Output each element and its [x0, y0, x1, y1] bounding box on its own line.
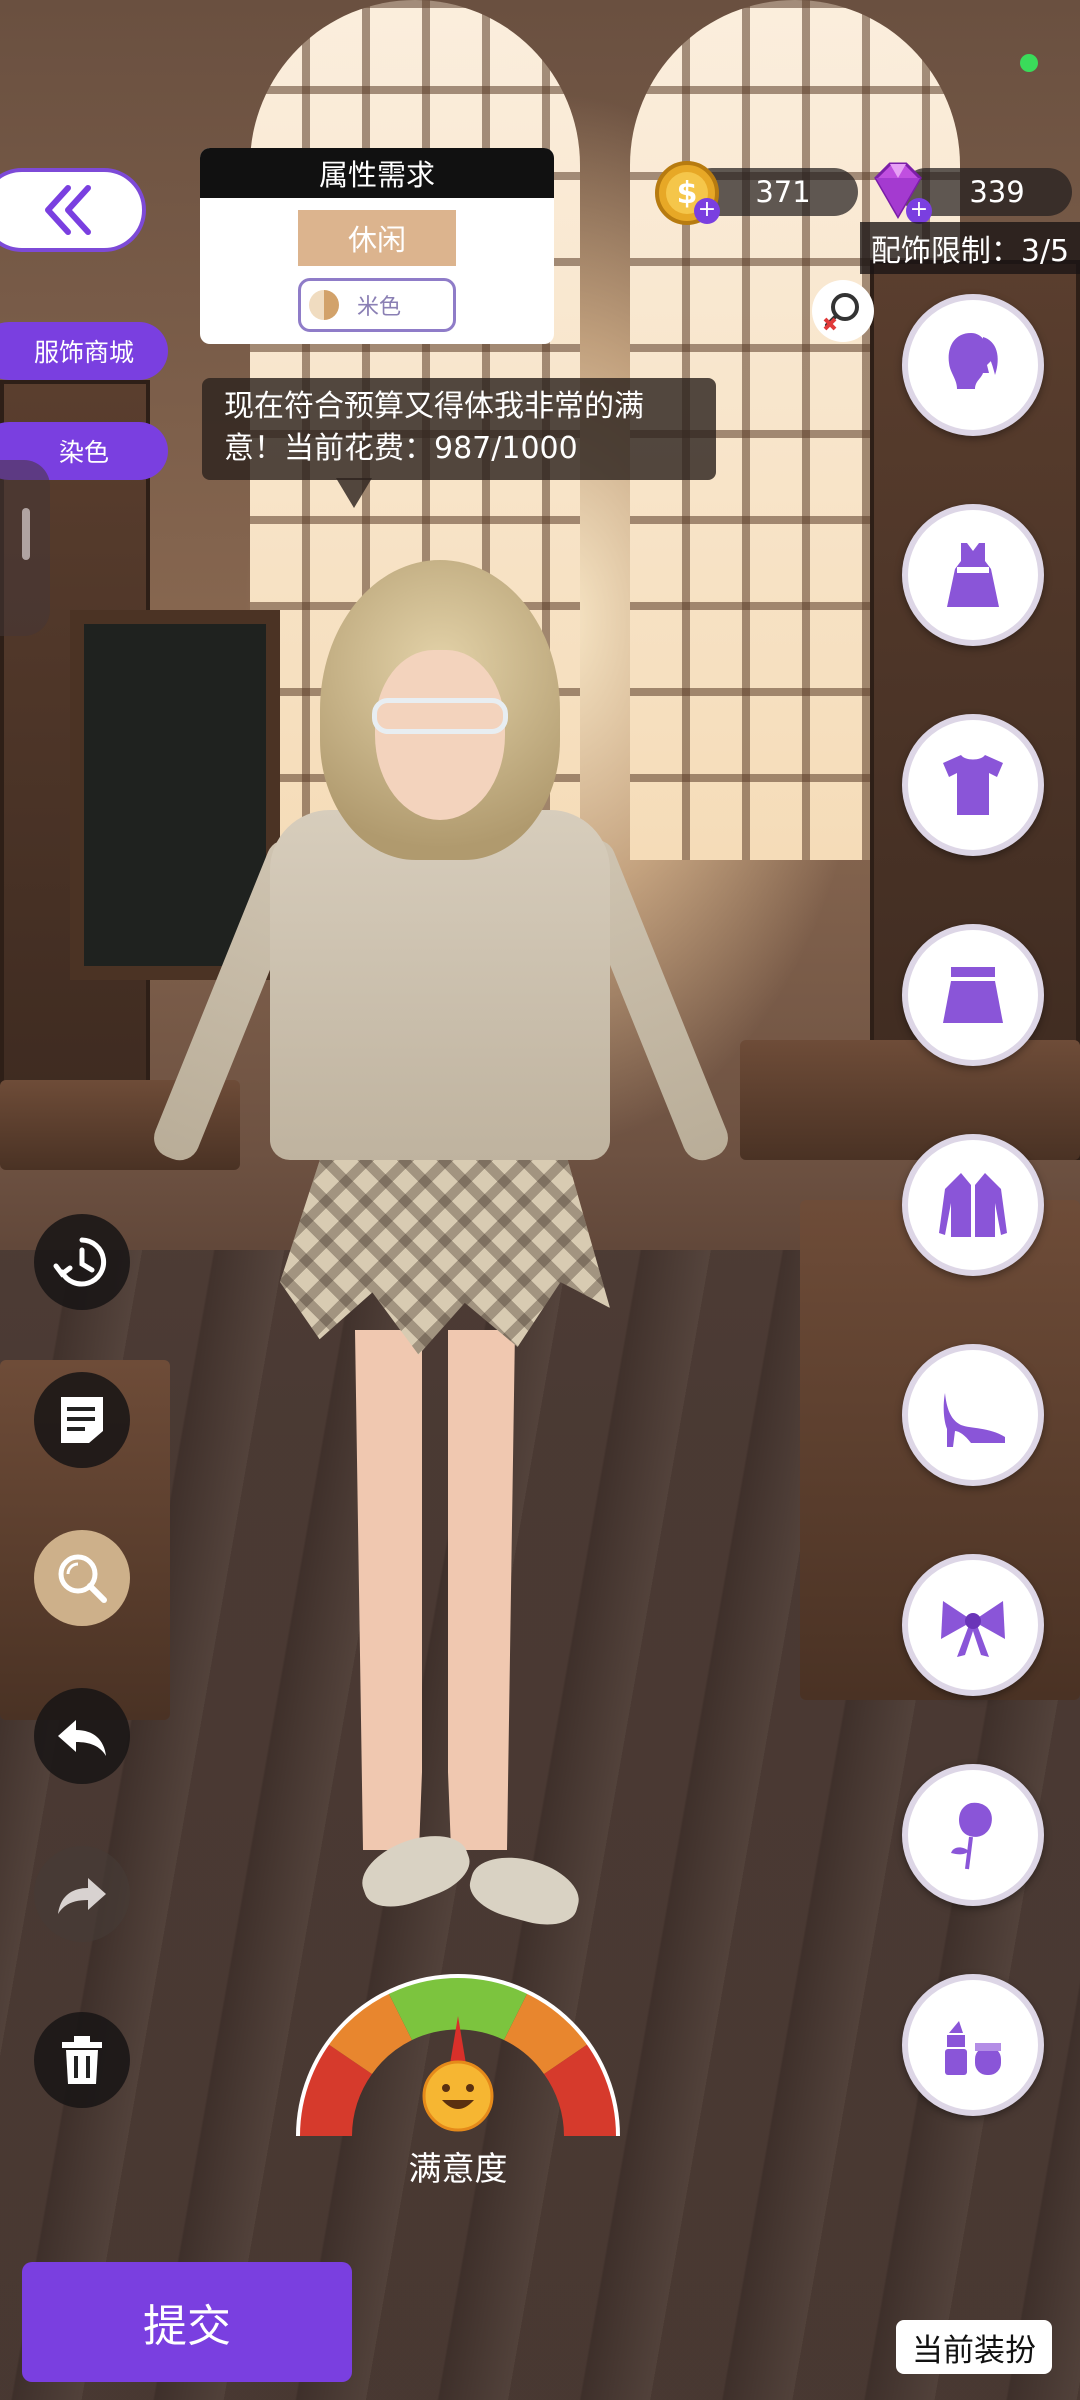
glasses: [372, 698, 508, 734]
category-flower-button[interactable]: [902, 1764, 1044, 1906]
category-coat-button[interactable]: [902, 1134, 1044, 1276]
zoom-button[interactable]: [34, 1530, 130, 1626]
category-skirt-button[interactable]: [902, 924, 1044, 1066]
history-button[interactable]: [34, 1214, 130, 1310]
bow-icon: [941, 1601, 1005, 1657]
category-shoes-button[interactable]: [902, 1344, 1044, 1486]
cropped-jacket: [270, 810, 610, 1160]
makeup-icon: [945, 2021, 1001, 2075]
delete-button[interactable]: [34, 2012, 130, 2108]
remove-accessory-button[interactable]: [812, 280, 874, 342]
dress-up-character[interactable]: [140, 540, 740, 1980]
double-chevron-left-icon: [45, 185, 91, 235]
redo-icon: [58, 1878, 106, 1914]
legs: [355, 1330, 515, 1850]
clothing-shop-label: 服饰商城: [33, 338, 134, 367]
add-gem-icon[interactable]: +: [906, 198, 932, 224]
notes-button[interactable]: [34, 1372, 130, 1468]
search-remove-icon: [823, 293, 859, 331]
coat-icon: [939, 1173, 1007, 1237]
trash-icon: [62, 2036, 102, 2084]
category-makeup-button[interactable]: [902, 1974, 1044, 2116]
style-tag: 休闲: [298, 210, 456, 266]
redo-button[interactable]: [34, 1846, 130, 1942]
undo-icon: [58, 1720, 106, 1756]
submit-button[interactable]: 提交: [22, 2262, 352, 2382]
category-top-button[interactable]: [902, 714, 1044, 856]
color-label: 米色: [357, 295, 402, 320]
accessory-limit: 配饰限制：3/5: [860, 222, 1080, 274]
character-speech-bubble: 现在符合预算又得体我非常的满意！当前花费：987/1000: [202, 378, 716, 480]
dye-label: 染色: [58, 438, 109, 467]
category-dress-button[interactable]: [902, 504, 1044, 646]
color-requirement-chip: 米色: [298, 278, 456, 332]
status-dot: [1020, 54, 1038, 72]
attribute-requirement-card: 属性需求 休闲 米色: [200, 148, 554, 344]
desk: [740, 1040, 1080, 1160]
satisfaction-label: 满意度: [408, 2149, 508, 2188]
category-hairstyle-button[interactable]: [902, 294, 1044, 436]
clothing-shop-button[interactable]: 服饰商城: [0, 322, 168, 380]
hairstyle-icon: [948, 333, 998, 389]
history-icon: [53, 1237, 107, 1287]
top-icon: [943, 755, 1003, 815]
right-shoe: [464, 1846, 586, 1934]
dress-icon: [947, 543, 999, 607]
undo-button[interactable]: [34, 1688, 130, 1784]
gem-amount: 339: [969, 175, 1025, 209]
category-accessory-button[interactable]: [902, 1554, 1044, 1696]
satisfaction-gauge: [296, 1974, 620, 2137]
color-swatch-icon: [309, 290, 339, 320]
back-button[interactable]: [0, 168, 146, 252]
add-gold-icon[interactable]: +: [694, 198, 720, 224]
gold-amount: 371: [755, 175, 811, 209]
high-heel-icon: [943, 1393, 1005, 1447]
current-outfit-button[interactable]: 当前装扮: [896, 2320, 1052, 2374]
rose-icon: [951, 1802, 992, 1870]
attribute-card-header: 属性需求: [200, 148, 554, 198]
search-icon: [58, 1554, 107, 1603]
face: [375, 650, 505, 820]
side-drawer-handle[interactable]: [0, 460, 50, 636]
skirt-icon: [943, 967, 1003, 1023]
notes-icon: [61, 1397, 103, 1443]
speech-bubble-tail: [336, 478, 372, 508]
